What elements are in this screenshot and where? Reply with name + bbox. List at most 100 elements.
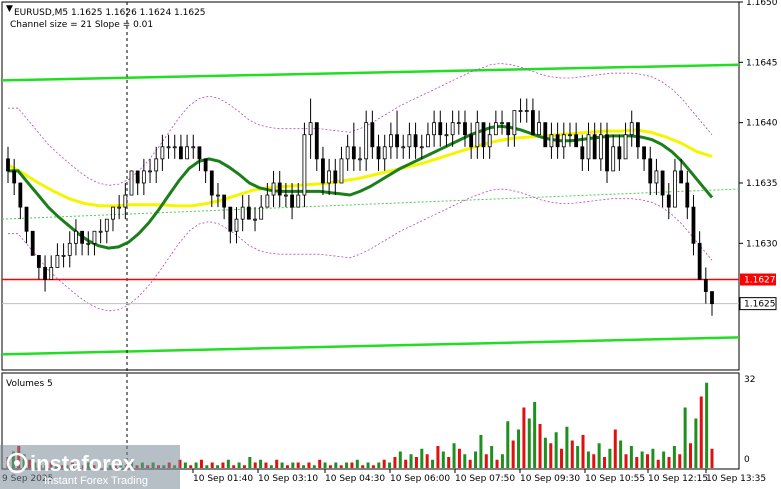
candle-body xyxy=(61,254,66,257)
candle-body xyxy=(592,134,597,160)
volume-bar xyxy=(597,443,601,468)
volume-bar xyxy=(447,457,451,468)
volume-bar xyxy=(463,454,467,468)
candle-body xyxy=(296,194,301,208)
candle-body xyxy=(549,134,554,148)
volume-bar xyxy=(398,451,402,468)
candle-body xyxy=(290,194,294,208)
candle-body xyxy=(364,122,369,160)
candle-body xyxy=(129,170,134,196)
volume-bar xyxy=(533,402,537,468)
candle-body xyxy=(246,206,251,220)
volume-bar xyxy=(549,443,553,468)
candle-body xyxy=(345,146,350,160)
candle-body xyxy=(253,218,257,221)
candle-body xyxy=(351,146,356,160)
candle-body xyxy=(660,170,665,196)
candle-body xyxy=(191,146,196,149)
volume-bar xyxy=(366,462,370,468)
candle-body xyxy=(80,230,85,244)
candle-body xyxy=(388,134,393,148)
candle-body xyxy=(407,134,412,148)
volume-bar xyxy=(334,462,338,468)
candle-body xyxy=(283,194,288,197)
candle-body xyxy=(611,146,616,172)
candle-body xyxy=(49,267,54,280)
volume-bar xyxy=(570,440,574,468)
volume-bar xyxy=(307,462,311,468)
candle-body xyxy=(506,122,511,136)
volume-bar xyxy=(221,462,225,468)
channel-line: Channel size = 21 Slope = 0.01 xyxy=(10,20,153,30)
volume-bar xyxy=(586,451,590,468)
volume-bar xyxy=(414,457,418,468)
candle-body xyxy=(185,146,189,160)
candle-body xyxy=(67,242,72,256)
volume-bar xyxy=(393,457,397,468)
candle-body xyxy=(234,218,239,232)
volume-bar xyxy=(232,465,236,468)
candle-body xyxy=(524,110,529,112)
volume-bar xyxy=(613,429,617,468)
volume-bar xyxy=(678,454,682,468)
candle-body xyxy=(259,206,264,220)
candle-body xyxy=(209,170,214,196)
candle-body xyxy=(561,134,566,148)
candle-body xyxy=(376,146,381,160)
candle-body xyxy=(24,206,29,232)
volume-bar xyxy=(253,462,257,468)
y-tick-label: 1.1640 xyxy=(746,119,778,129)
volume-bar xyxy=(302,465,306,468)
candle-body xyxy=(36,254,41,268)
volume-bar xyxy=(371,465,375,468)
level-label-1627: 1.1627 xyxy=(744,276,776,286)
volume-bar xyxy=(543,437,547,468)
volume-bar xyxy=(667,457,671,468)
volume-bar xyxy=(285,465,289,468)
volume-bar xyxy=(291,462,295,468)
volume-bar xyxy=(269,465,273,468)
candle-body xyxy=(321,158,325,184)
x-tick-label: 10 Sep 04:30 xyxy=(325,474,385,484)
volume-bar xyxy=(382,459,386,468)
candle-body xyxy=(55,254,60,268)
candle-body xyxy=(277,182,282,196)
x-tick-label: 10 Sep 03:10 xyxy=(258,474,318,484)
candle-body xyxy=(6,158,10,172)
candle-body xyxy=(216,194,220,197)
candle-body xyxy=(333,170,338,184)
candle-body xyxy=(339,158,344,184)
candle-body xyxy=(222,194,227,208)
volume-bar xyxy=(275,459,279,468)
header-arrow-icon: ▼ xyxy=(6,4,13,14)
volume-bar xyxy=(576,446,580,468)
candle-body xyxy=(123,194,128,208)
candle-body xyxy=(240,206,245,220)
candle-body xyxy=(703,279,708,292)
y-tick-label: 1.1635 xyxy=(746,179,778,189)
x-tick-label: 10 Sep 13:35 xyxy=(706,474,766,484)
candle-body xyxy=(481,122,486,148)
candle-body xyxy=(395,134,399,148)
volume-bar xyxy=(522,407,526,468)
volume-bar xyxy=(420,448,424,468)
volume-bar xyxy=(237,462,241,468)
volume-bar xyxy=(651,448,655,468)
candle-body xyxy=(512,110,517,136)
logo-mark-dot xyxy=(14,460,20,466)
candle-body xyxy=(475,122,480,148)
candle-body xyxy=(419,146,424,149)
volume-axis-label: 0 xyxy=(744,455,750,465)
candle-body xyxy=(500,122,504,125)
candle-body xyxy=(685,182,690,208)
candle-body xyxy=(358,158,362,161)
y-tick-label: 1.1630 xyxy=(746,239,778,249)
candle-body xyxy=(166,146,171,149)
candle-body xyxy=(203,158,208,172)
candle-body xyxy=(555,134,560,148)
volume-bar xyxy=(377,462,381,468)
volume-bar xyxy=(495,459,499,468)
volume-bar xyxy=(296,462,300,468)
y-tick-label: 1.1650 xyxy=(746,0,778,8)
price-axis: 1.1650 1.1645 1.1640 1.1635 1.1630 xyxy=(739,0,778,249)
